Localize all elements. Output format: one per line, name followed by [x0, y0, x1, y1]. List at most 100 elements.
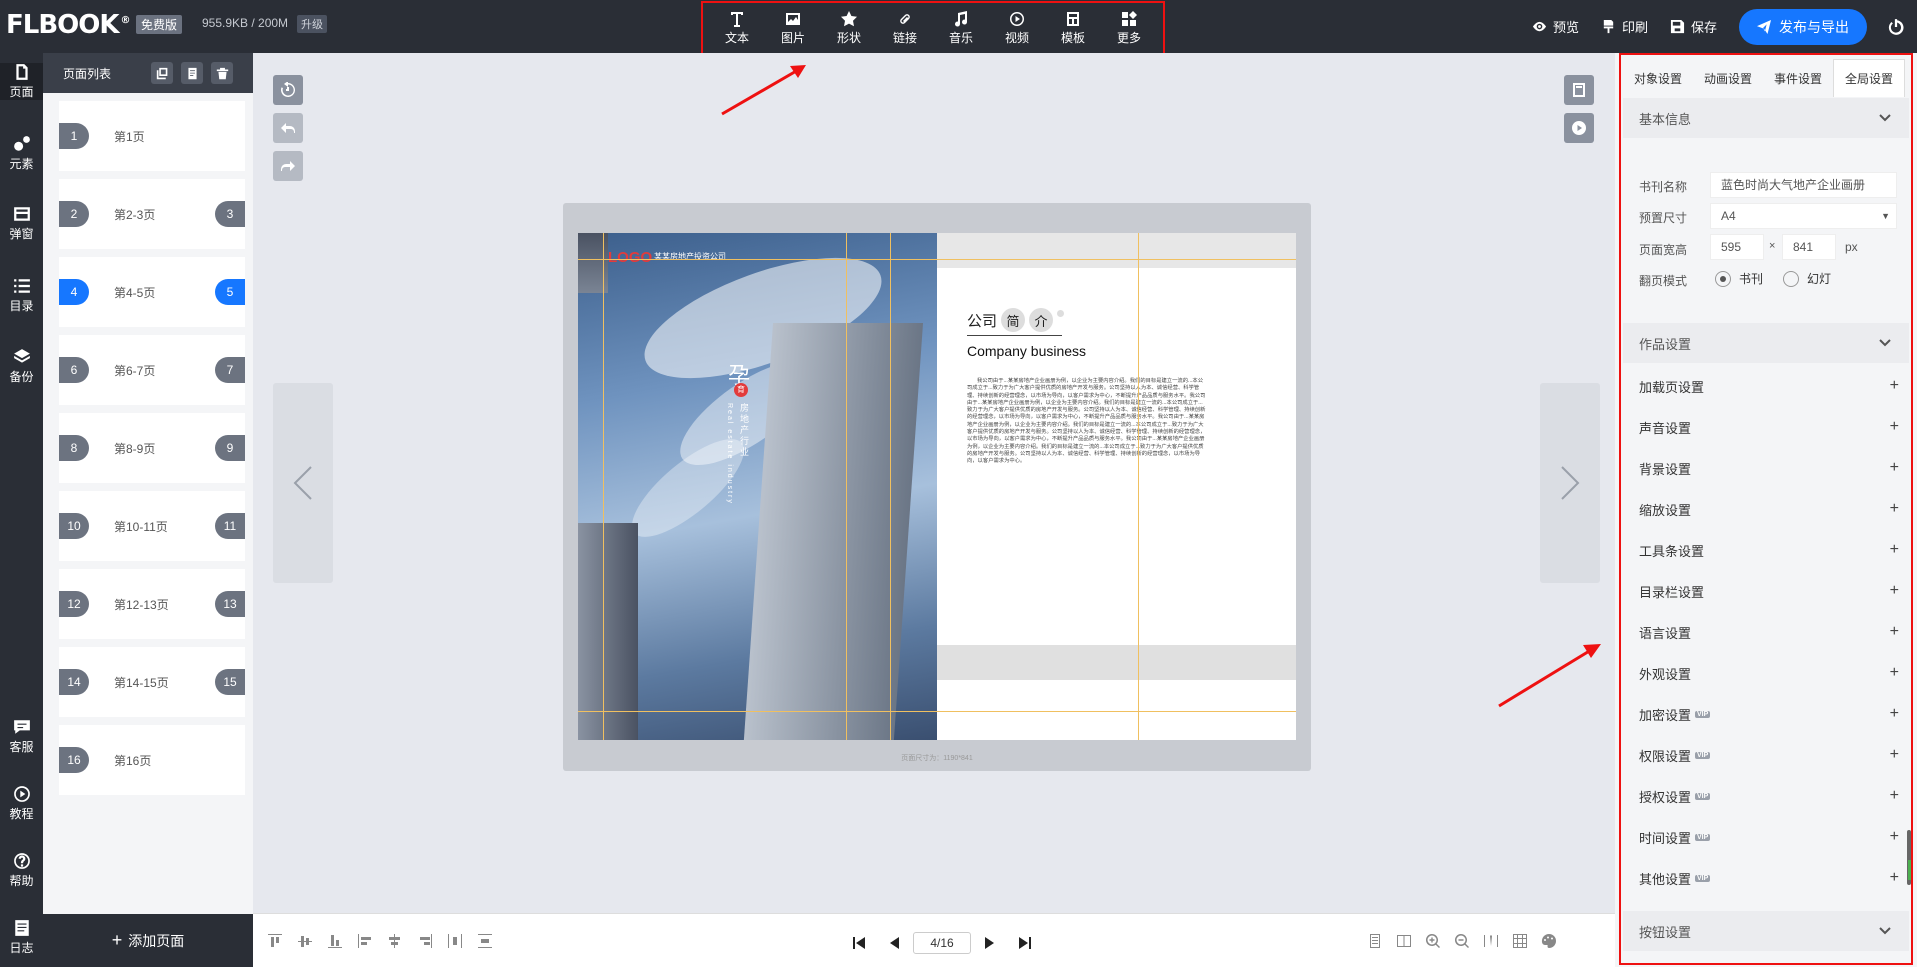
add-page-button[interactable]: + 添加页面: [43, 914, 253, 967]
align-bottom-button[interactable]: [327, 933, 343, 949]
setting-authorization[interactable]: 授权设置 VIP +: [1639, 781, 1899, 811]
page-number-input[interactable]: 4/16: [913, 932, 971, 954]
book-name-input[interactable]: 蓝色时尚大气地产企业画册: [1710, 172, 1897, 198]
distribute-h-button[interactable]: [447, 933, 463, 949]
page-height-input[interactable]: 841: [1782, 234, 1836, 260]
single-page-view-button[interactable]: [1367, 933, 1383, 949]
right-page[interactable]: 公司简介 Company business 我公司由于...某某房地产企业画册为…: [937, 233, 1296, 740]
last-page-icon[interactable]: [1017, 935, 1033, 951]
tool-template[interactable]: 模板: [1047, 11, 1099, 46]
save-button[interactable]: 保存: [1670, 17, 1717, 36]
basic-info-section[interactable]: 基本信息: [1623, 98, 1909, 138]
button-settings-section[interactable]: 按钮设置: [1623, 911, 1909, 951]
body-text[interactable]: 我公司由于...某某房地产企业画册为例，以企业为主要内容介绍。我们的目标是建立一…: [967, 378, 1207, 466]
next-page-icon[interactable]: [981, 935, 997, 951]
publish-button[interactable]: 发布与导出: [1739, 8, 1867, 45]
setting-zoom[interactable]: 缩放设置 +: [1639, 494, 1899, 524]
grid-button[interactable]: [1512, 933, 1528, 949]
power-icon[interactable]: [1887, 18, 1905, 36]
rulers-button[interactable]: [1483, 933, 1499, 949]
nav-toc[interactable]: 目录: [0, 277, 43, 314]
setting-toolbar[interactable]: 工具条设置 +: [1639, 535, 1899, 565]
zoom-out-button[interactable]: [1454, 933, 1470, 949]
nav-elements[interactable]: 元素: [0, 135, 43, 172]
nav-backup[interactable]: 备份: [0, 348, 43, 385]
nav-page[interactable]: 页面: [0, 63, 43, 100]
tab-global-settings[interactable]: 全局设置: [1833, 59, 1905, 97]
distribute-v-button[interactable]: [477, 933, 493, 949]
history-button[interactable]: [273, 75, 303, 105]
section-title[interactable]: 公司简介: [967, 308, 1065, 332]
align-center-icon: [389, 934, 400, 948]
nav-help[interactable]: 帮助: [0, 852, 43, 889]
setting-language[interactable]: 语言设置 +: [1639, 617, 1899, 647]
tab-object-settings[interactable]: 对象设置: [1623, 59, 1693, 97]
preview-button[interactable]: 预览: [1532, 17, 1579, 36]
redo-button[interactable]: [273, 151, 303, 181]
setting-label: 权限设置: [1639, 748, 1692, 764]
distribute-vertical-icon: [478, 934, 492, 948]
print-button[interactable]: 印刷: [1601, 17, 1648, 36]
page-item[interactable]: 1 第1页: [59, 101, 245, 171]
preset-size-select[interactable]: A4 ▼: [1710, 203, 1897, 229]
delete-page-button[interactable]: [211, 62, 233, 84]
flbook-logo[interactable]: FLBOOK ®: [6, 10, 131, 40]
book-spread[interactable]: LOGO 某某房地产投资公司 孕 育 房地产行业 Real estate ind…: [578, 233, 1296, 740]
page-item[interactable]: 12 第12-13页 13: [59, 569, 245, 639]
tool-video[interactable]: 视频: [991, 11, 1043, 46]
double-page-view-button[interactable]: [1396, 933, 1412, 949]
align-left-button[interactable]: [357, 933, 373, 949]
align-middle-button[interactable]: [297, 933, 313, 949]
page-item[interactable]: 8 第8-9页 9: [59, 413, 245, 483]
zoom-in-button[interactable]: [1425, 933, 1441, 949]
copy-page-button[interactable]: [151, 62, 173, 84]
tab-event-settings[interactable]: 事件设置: [1763, 59, 1833, 97]
setting-encryption[interactable]: 加密设置 VIP +: [1639, 699, 1899, 729]
section-subtitle[interactable]: Company business: [967, 343, 1086, 359]
page-item[interactable]: 16 第16页: [59, 725, 245, 795]
page-item[interactable]: 2 第2-3页 3: [59, 179, 245, 249]
tool-image[interactable]: 图片: [767, 11, 819, 46]
setting-permission[interactable]: 权限设置 VIP +: [1639, 740, 1899, 770]
tool-text[interactable]: 文本: [711, 11, 763, 46]
nav-tutorial[interactable]: 教程: [0, 785, 43, 822]
tab-animation-settings[interactable]: 动画设置: [1693, 59, 1763, 97]
setting-appearance[interactable]: 外观设置 +: [1639, 658, 1899, 688]
top-actions: 预览 印刷 保存 发布与导出: [1532, 0, 1917, 53]
setting-time[interactable]: 时间设置 VIP +: [1639, 822, 1899, 852]
page-width-input[interactable]: 595: [1710, 234, 1764, 260]
setting-background[interactable]: 背景设置 +: [1639, 453, 1899, 483]
prev-page-icon[interactable]: [887, 935, 903, 951]
prev-page-arrow[interactable]: [273, 383, 333, 583]
works-settings-section[interactable]: 作品设置: [1623, 323, 1909, 363]
setting-loading[interactable]: 加载页设置 +: [1639, 371, 1899, 401]
align-top-button[interactable]: [267, 933, 283, 949]
page-item-active[interactable]: 4 第4-5页 5: [59, 257, 245, 327]
nav-popup[interactable]: 弹窗: [0, 205, 43, 242]
undo-button[interactable]: [273, 113, 303, 143]
page-item[interactable]: 14 第14-15页 15: [59, 647, 245, 717]
play-button[interactable]: [1564, 113, 1594, 143]
theme-button[interactable]: [1541, 933, 1557, 949]
setting-toc-bar[interactable]: 目录栏设置 +: [1639, 576, 1899, 606]
align-center-button[interactable]: [387, 933, 403, 949]
setting-sound[interactable]: 声音设置 +: [1639, 412, 1899, 442]
upgrade-button[interactable]: 升级: [297, 15, 327, 33]
flip-slide-radio[interactable]: 幻灯: [1783, 270, 1831, 287]
next-page-arrow[interactable]: [1540, 383, 1600, 583]
first-page-icon[interactable]: [851, 935, 867, 951]
tool-music[interactable]: 音乐: [935, 10, 987, 46]
page-settings-button[interactable]: [1564, 75, 1594, 105]
page-item[interactable]: 6 第6-7页 7: [59, 335, 245, 405]
tool-shape[interactable]: 形状: [823, 10, 875, 46]
tool-link[interactable]: 链接: [879, 11, 931, 46]
setting-other[interactable]: 其他设置 VIP +: [1639, 863, 1899, 893]
nav-support[interactable]: 客服: [0, 718, 43, 755]
flip-book-radio[interactable]: 书刊: [1715, 270, 1763, 287]
duplicate-page-button[interactable]: [181, 62, 203, 84]
cover-photo[interactable]: LOGO 某某房地产投资公司 孕 育 房地产行业 Real estate ind…: [578, 233, 937, 740]
align-right-button[interactable]: [417, 933, 433, 949]
page-item[interactable]: 10 第10-11页 11: [59, 491, 245, 561]
tool-more[interactable]: 更多: [1103, 10, 1155, 46]
nav-log[interactable]: 日志: [0, 919, 43, 956]
